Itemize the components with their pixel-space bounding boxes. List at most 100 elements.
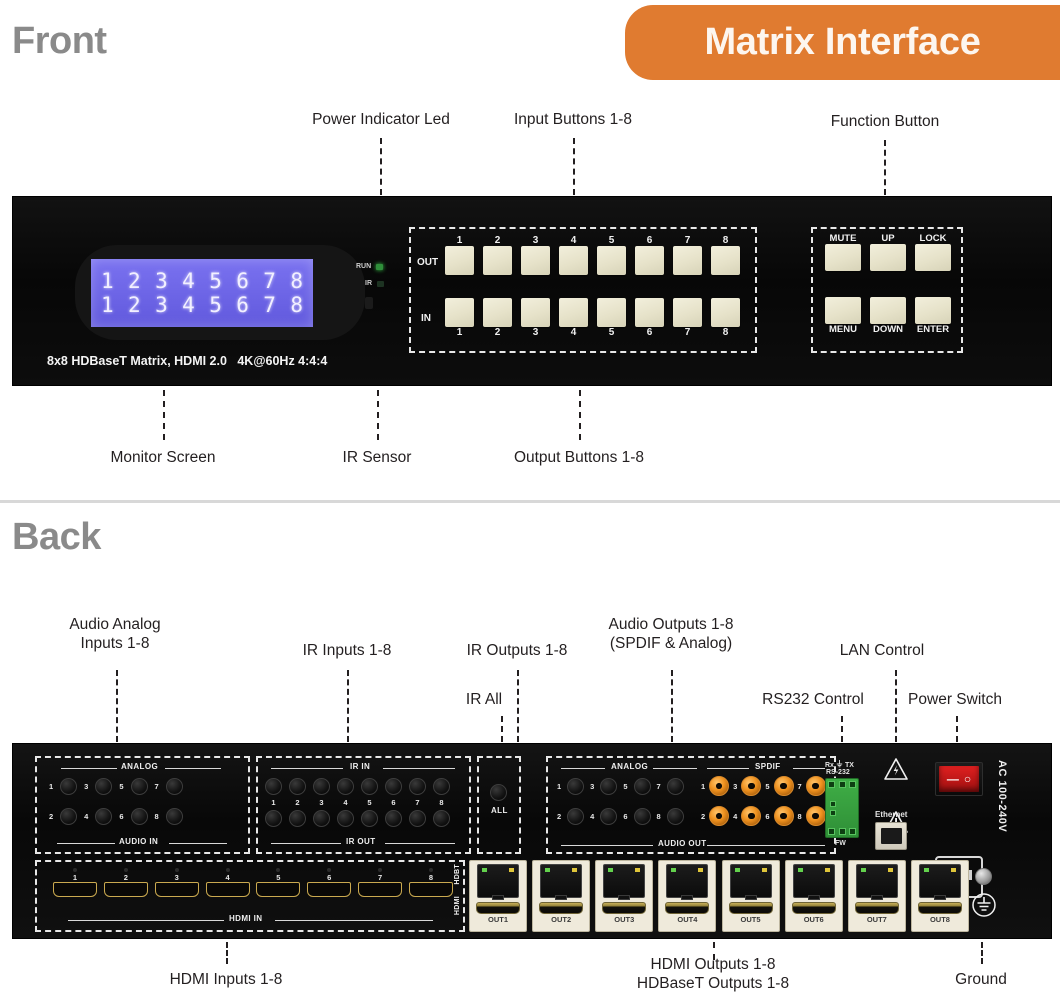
hdmi-output-port-6[interactable] bbox=[791, 902, 836, 914]
audio-out-jack-1[interactable] bbox=[567, 778, 585, 795]
lock-button[interactable]: LOCK bbox=[915, 233, 951, 271]
ir-in-jack-1[interactable] bbox=[265, 778, 282, 795]
spdif-rca-6[interactable] bbox=[773, 806, 794, 826]
audio-out-jack-2[interactable] bbox=[567, 808, 585, 825]
input-button-1[interactable]: 1 bbox=[445, 298, 474, 338]
audio-in-jack-1[interactable] bbox=[60, 778, 78, 795]
lan-control-port[interactable] bbox=[875, 822, 907, 850]
hdmi-output-port-1[interactable] bbox=[476, 902, 520, 914]
output-button-2[interactable]: 2 bbox=[483, 235, 512, 275]
ir-out-jack-8[interactable] bbox=[433, 810, 450, 827]
audio-out-jack-5[interactable] bbox=[633, 778, 651, 795]
input-button-2[interactable]: 2 bbox=[483, 298, 512, 338]
ground-terminal-screw[interactable] bbox=[975, 868, 992, 885]
hdbt-output-port-8[interactable] bbox=[918, 864, 961, 900]
hdbt-output-port-2[interactable] bbox=[540, 864, 583, 900]
ir-in-jack-7[interactable] bbox=[409, 778, 426, 795]
hdmi-in-port-4[interactable]: 4 bbox=[205, 868, 250, 897]
up-button-key[interactable] bbox=[870, 244, 906, 271]
audio-in-jack-4[interactable] bbox=[95, 808, 113, 825]
hdmi-in-connector[interactable] bbox=[307, 882, 352, 897]
input-button-key[interactable] bbox=[483, 298, 512, 327]
output-module-6[interactable]: OUT6 bbox=[784, 860, 843, 932]
hdmi-output-port-5[interactable] bbox=[728, 902, 773, 914]
spdif-rca-4[interactable] bbox=[741, 806, 762, 826]
ir-all-jack[interactable] bbox=[490, 784, 507, 801]
hdmi-in-connector[interactable] bbox=[154, 882, 199, 897]
output-module-1[interactable]: OUT1 bbox=[469, 860, 527, 932]
enter-button-key[interactable] bbox=[915, 297, 951, 324]
audio-in-jack-7[interactable] bbox=[165, 778, 183, 795]
mute-button[interactable]: MUTE bbox=[825, 233, 861, 271]
lock-button-key[interactable] bbox=[915, 244, 951, 271]
output-button-key[interactable] bbox=[711, 246, 740, 275]
hdmi-in-connector[interactable] bbox=[205, 882, 250, 897]
ir-out-jack-2[interactable] bbox=[289, 810, 306, 827]
hdbt-output-port-3[interactable] bbox=[603, 864, 646, 900]
hdbt-output-port-4[interactable] bbox=[666, 864, 709, 900]
ir-in-jack-4[interactable] bbox=[337, 778, 354, 795]
hdmi-in-connector[interactable] bbox=[103, 882, 148, 897]
spdif-rca-7[interactable] bbox=[805, 776, 826, 796]
enter-button[interactable]: ENTER bbox=[915, 297, 951, 335]
output-button-key[interactable] bbox=[445, 246, 474, 275]
hdmi-output-port-3[interactable] bbox=[602, 902, 647, 914]
hdbt-output-port-5[interactable] bbox=[729, 864, 772, 900]
output-module-3[interactable]: OUT3 bbox=[595, 860, 654, 932]
output-button-key[interactable] bbox=[559, 246, 588, 275]
ir-out-jack-4[interactable] bbox=[337, 810, 354, 827]
hdmi-in-port-5[interactable]: 5 bbox=[256, 868, 301, 897]
hdmi-in-connector[interactable] bbox=[408, 882, 453, 897]
output-button-8[interactable]: 8 bbox=[711, 235, 740, 275]
output-button-key[interactable] bbox=[483, 246, 512, 275]
mute-button-key[interactable] bbox=[825, 244, 861, 271]
hdmi-in-port-7[interactable]: 7 bbox=[358, 868, 403, 897]
audio-out-jack-7[interactable] bbox=[666, 778, 684, 795]
output-module-2[interactable]: OUT2 bbox=[532, 860, 591, 932]
menu-button[interactable]: MENU bbox=[825, 297, 861, 335]
input-button-4[interactable]: 4 bbox=[559, 298, 588, 338]
hdmi-in-port-6[interactable]: 6 bbox=[307, 868, 352, 897]
output-button-6[interactable]: 6 bbox=[635, 235, 664, 275]
ir-in-jack-2[interactable] bbox=[289, 778, 306, 795]
output-button-3[interactable]: 3 bbox=[521, 235, 550, 275]
audio-in-jack-2[interactable] bbox=[60, 808, 78, 825]
output-button-key[interactable] bbox=[597, 246, 626, 275]
audio-out-jack-4[interactable] bbox=[600, 808, 618, 825]
input-button-key[interactable] bbox=[521, 298, 550, 327]
spdif-rca-1[interactable] bbox=[709, 776, 730, 796]
hdbt-output-port-7[interactable] bbox=[855, 864, 898, 900]
up-button[interactable]: UP bbox=[870, 233, 906, 271]
power-switch-rocker[interactable]: — ○ bbox=[939, 766, 979, 792]
input-button-7[interactable]: 7 bbox=[673, 298, 702, 338]
ir-out-jack-5[interactable] bbox=[361, 810, 378, 827]
output-button-7[interactable]: 7 bbox=[673, 235, 702, 275]
spdif-rca-5[interactable] bbox=[773, 776, 794, 796]
hdmi-in-connector[interactable] bbox=[53, 882, 97, 897]
ir-in-jack-5[interactable] bbox=[361, 778, 378, 795]
output-button-key[interactable] bbox=[635, 246, 664, 275]
hdmi-in-port-8[interactable]: 8 bbox=[408, 868, 453, 897]
output-button-4[interactable]: 4 bbox=[559, 235, 588, 275]
hdbt-output-port-1[interactable] bbox=[477, 864, 519, 900]
down-button-key[interactable] bbox=[870, 297, 906, 324]
hdmi-output-port-7[interactable] bbox=[854, 902, 899, 914]
hdmi-output-port-8[interactable] bbox=[917, 902, 962, 914]
audio-out-jack-8[interactable] bbox=[666, 808, 684, 825]
input-button-3[interactable]: 3 bbox=[521, 298, 550, 338]
input-button-5[interactable]: 5 bbox=[597, 298, 626, 338]
input-button-key[interactable] bbox=[445, 298, 474, 327]
output-module-8[interactable]: OUT8 bbox=[910, 860, 969, 932]
output-module-7[interactable]: OUT7 bbox=[847, 860, 906, 932]
spdif-rca-2[interactable] bbox=[709, 806, 730, 826]
hdmi-in-connector[interactable] bbox=[256, 882, 301, 897]
audio-in-jack-3[interactable] bbox=[95, 778, 113, 795]
ir-in-jack-6[interactable] bbox=[385, 778, 402, 795]
input-button-key[interactable] bbox=[711, 298, 740, 327]
output-module-4[interactable]: OUT4 bbox=[658, 860, 717, 932]
hdmi-output-port-4[interactable] bbox=[665, 902, 710, 914]
ir-out-jack-7[interactable] bbox=[409, 810, 426, 827]
output-button-5[interactable]: 5 bbox=[597, 235, 626, 275]
spdif-rca-8[interactable] bbox=[805, 806, 826, 826]
ir-in-jack-8[interactable] bbox=[433, 778, 450, 795]
